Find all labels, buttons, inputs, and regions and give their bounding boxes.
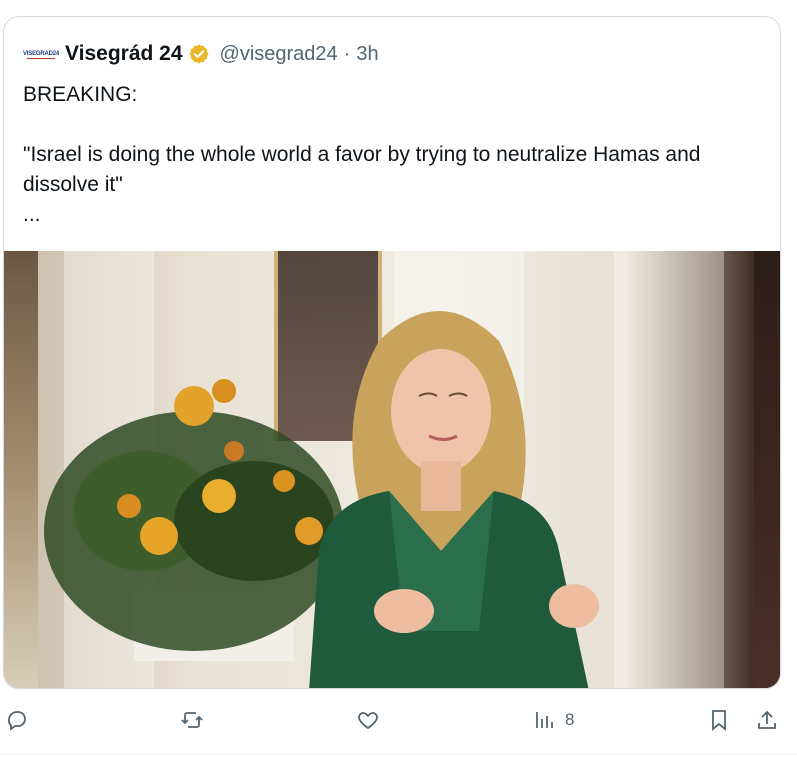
views-icon [536,712,553,728]
previous-post-fragment [0,0,797,14]
reply-button[interactable] [5,708,29,732]
divider [0,754,797,755]
quoted-tweet-header: VISEGRAD24 Visegrád 24 @visegrad24 · 3h [23,39,379,69]
display-name[interactable]: Visegrád 24 [65,42,183,66]
retweet-icon [181,712,203,728]
bookmark-button[interactable] [707,708,731,732]
text-line-quote: "Israel is doing the whole world a favor… [23,143,701,196]
quoted-tweet-card[interactable]: VISEGRAD24 Visegrád 24 @visegrad24 · 3h … [3,16,781,689]
avatar[interactable]: VISEGRAD24 [23,41,59,67]
share-icon [758,710,776,729]
photo-left-edge [4,251,38,688]
like-icon [358,712,378,730]
woman-speaking [309,311,599,688]
reply-icon [8,711,26,731]
separator-dot: · [343,42,351,65]
handle[interactable]: @visegrad24 [220,43,338,66]
retweet-button[interactable] [180,708,204,732]
share-button[interactable] [755,708,779,732]
text-line-breaking: BREAKING: [23,83,138,106]
views-count: 8 [565,710,575,729]
tweet-photo[interactable] [4,251,780,688]
like-button[interactable] [356,708,380,732]
views-button[interactable]: 8 [533,708,574,732]
wall-panel [614,251,724,688]
quoted-tweet-text: BREAKING: "Israel is doing the whole wor… [23,80,763,230]
photo-right-edge [754,251,780,688]
verified-badge-icon [188,44,209,64]
text-line-ellipsis: ... [23,203,41,226]
timestamp[interactable]: 3h [356,43,378,66]
bookmark-icon [712,710,726,731]
tweet-actions-bar: 8 [0,700,797,744]
